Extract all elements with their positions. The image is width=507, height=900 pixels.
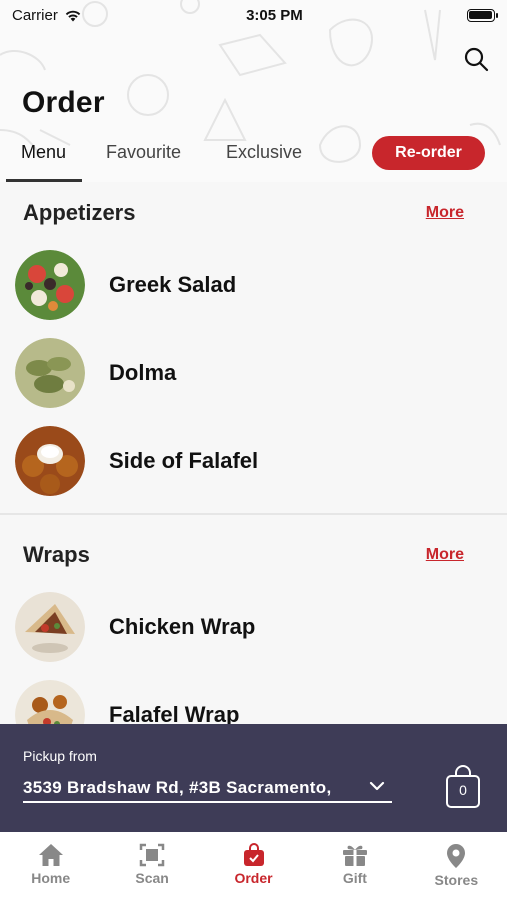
tabbar-gift[interactable]: Gift bbox=[304, 832, 405, 900]
tabbar-stores[interactable]: Stores bbox=[406, 832, 507, 900]
location-pin-icon bbox=[447, 844, 466, 868]
menu-item-falafel-wrap[interactable]: Falafel Wrap bbox=[15, 680, 239, 724]
falafel-wrap-image bbox=[15, 680, 85, 724]
menu-item-name: Greek Salad bbox=[109, 272, 237, 297]
tabbar-label: Scan bbox=[135, 870, 169, 886]
search-button[interactable] bbox=[461, 44, 491, 74]
tab-exclusive[interactable]: Exclusive bbox=[226, 142, 302, 163]
greek-salad-image bbox=[15, 250, 85, 320]
clock: 3:05 PM bbox=[246, 6, 303, 24]
tabbar-home[interactable]: Home bbox=[0, 832, 101, 900]
scan-icon bbox=[139, 843, 165, 867]
pickup-address-select[interactable]: 3539 Bradshaw Rd, #3B Sacramento, bbox=[23, 778, 331, 798]
tab-favourite[interactable]: Favourite bbox=[106, 142, 181, 163]
menu-item-greek-salad[interactable]: Greek Salad bbox=[15, 250, 236, 320]
home-icon bbox=[38, 844, 63, 866]
more-wraps-link[interactable]: More bbox=[426, 546, 464, 564]
chevron-down-icon[interactable] bbox=[368, 780, 386, 792]
status-bar: Carrier 3:05 PM bbox=[0, 0, 507, 30]
bottom-tab-bar: Home Scan Order Gift Stores bbox=[0, 832, 507, 900]
chicken-wrap-image bbox=[15, 592, 85, 662]
section-title-appetizers: Appetizers bbox=[23, 200, 136, 225]
menu-list: Appetizers More Greek Salad Dolma Side o… bbox=[0, 182, 507, 724]
menu-item-name: Side of Falafel bbox=[109, 448, 259, 473]
section-title-wraps: Wraps bbox=[23, 542, 90, 567]
menu-item-side-of-falafel[interactable]: Side of Falafel bbox=[15, 426, 258, 496]
shopping-bag-icon bbox=[243, 843, 264, 866]
menu-item-dolma[interactable]: Dolma bbox=[15, 338, 176, 408]
cart-count: 0 bbox=[459, 782, 467, 798]
menu-item-name: Falafel Wrap bbox=[109, 702, 240, 724]
more-appetizers-link[interactable]: More bbox=[426, 204, 464, 222]
gift-icon bbox=[342, 845, 367, 866]
battery-level bbox=[469, 11, 493, 19]
dolma-image bbox=[15, 338, 85, 408]
search-icon bbox=[464, 47, 489, 72]
section-divider bbox=[0, 513, 507, 515]
reorder-button[interactable]: Re-order bbox=[372, 136, 485, 170]
pickup-label: Pickup from bbox=[23, 748, 97, 764]
tab-menu[interactable]: Menu bbox=[21, 142, 66, 163]
pickup-address-underline bbox=[23, 801, 392, 803]
wifi-icon bbox=[65, 10, 81, 21]
tabbar-label: Stores bbox=[434, 872, 479, 888]
menu-item-chicken-wrap[interactable]: Chicken Wrap bbox=[15, 592, 255, 662]
menu-item-name: Chicken Wrap bbox=[109, 614, 256, 639]
pickup-bar: Pickup from 3539 Bradshaw Rd, #3B Sacram… bbox=[0, 724, 507, 832]
carrier-label: Carrier bbox=[12, 6, 58, 24]
tabbar-scan[interactable]: Scan bbox=[101, 832, 202, 900]
tabbar-label: Gift bbox=[342, 870, 367, 886]
cart-button[interactable]: 0 bbox=[444, 764, 482, 810]
page-title: Order bbox=[22, 86, 105, 119]
battery-icon bbox=[466, 8, 498, 22]
menu-item-name: Dolma bbox=[109, 360, 177, 385]
tabbar-label: Home bbox=[31, 870, 71, 886]
tabbar-order[interactable]: Order bbox=[203, 832, 304, 900]
side-of-falafel-image bbox=[15, 426, 85, 496]
tabbar-label: Order bbox=[234, 870, 273, 886]
